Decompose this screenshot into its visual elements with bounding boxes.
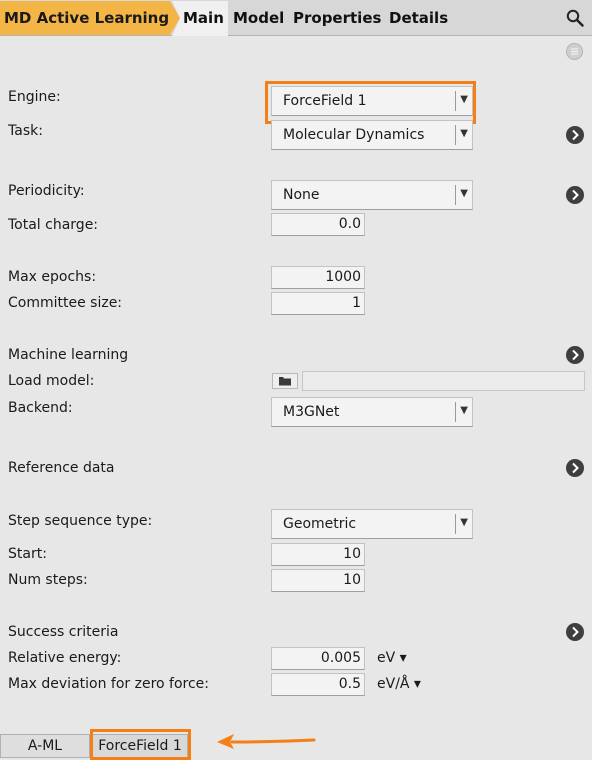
tab-model[interactable]: Model: [233, 9, 284, 27]
machine-learning-heading: Machine learning: [8, 347, 129, 363]
top-tab-bar: MD Active Learning Main Model Properties…: [0, 0, 592, 36]
dropdown-separator: [455, 514, 456, 534]
task-value: Molecular Dynamics: [283, 127, 425, 143]
browse-folder-button[interactable]: [272, 373, 298, 389]
task-dropdown[interactable]: Molecular Dynamics ▼: [271, 120, 473, 150]
reference-data-heading: Reference data: [8, 460, 115, 476]
tab-main[interactable]: Main: [183, 9, 224, 27]
success-criteria-chevron-icon[interactable]: [566, 623, 584, 641]
max-deviation-field[interactable]: 0.5: [271, 673, 365, 696]
periodicity-dropdown[interactable]: None ▼: [271, 180, 473, 210]
relative-energy-field[interactable]: 0.005: [271, 647, 365, 670]
engine-highlight-box: [265, 81, 476, 124]
num-steps-label: Num steps:: [8, 572, 88, 588]
dropdown-separator: [455, 185, 456, 205]
machine-learning-chevron-icon[interactable]: [566, 346, 584, 364]
forcefield-tab-highlight-box: [90, 729, 191, 760]
dropdown-arrow-icon: ▼: [460, 188, 468, 199]
backend-dropdown[interactable]: M3GNet ▼: [271, 397, 473, 427]
task-label: Task:: [8, 123, 43, 139]
tab-details[interactable]: Details: [389, 9, 448, 27]
bottom-tab-a-ml[interactable]: A-ML: [0, 734, 90, 758]
max-deviation-unit-selector[interactable]: eV/Å ▾: [377, 676, 421, 692]
dropdown-arrow-icon: ▼: [460, 128, 468, 139]
breadcrumb-label: MD Active Learning: [4, 9, 170, 27]
breadcrumb-md-active-learning[interactable]: MD Active Learning: [0, 1, 180, 35]
folder-icon: [279, 377, 291, 386]
load-model-label: Load model:: [8, 373, 95, 389]
step-sequence-type-dropdown[interactable]: Geometric ▼: [271, 509, 473, 539]
periodicity-label: Periodicity:: [8, 183, 85, 199]
committee-size-label: Committee size:: [8, 295, 123, 311]
step-sequence-type-value: Geometric: [283, 516, 357, 532]
menu-icon[interactable]: [566, 43, 583, 60]
backend-label: Backend:: [8, 400, 73, 416]
reference-data-chevron-icon[interactable]: [566, 459, 584, 477]
total-charge-label: Total charge:: [8, 217, 99, 233]
backend-value: M3GNet: [283, 404, 340, 420]
success-criteria-heading: Success criteria: [8, 624, 119, 640]
periodicity-details-chevron-icon[interactable]: [566, 186, 584, 204]
dropdown-arrow-icon: ▼: [460, 517, 468, 528]
max-deviation-label: Max deviation for zero force:: [8, 676, 210, 692]
relative-energy-label: Relative energy:: [8, 650, 122, 666]
task-details-chevron-icon[interactable]: [566, 126, 584, 144]
dropdown-arrow-icon: ▼: [460, 405, 468, 416]
relative-energy-unit-selector[interactable]: eV ▾: [377, 650, 407, 666]
dropdown-separator: [455, 125, 456, 145]
engine-label: Engine:: [8, 89, 61, 105]
tab-properties[interactable]: Properties: [293, 9, 381, 27]
start-label: Start:: [8, 546, 47, 562]
start-field[interactable]: 10: [271, 543, 365, 566]
max-epochs-field[interactable]: 1000: [271, 266, 365, 289]
periodicity-value: None: [283, 187, 320, 203]
search-icon[interactable]: [566, 9, 584, 27]
committee-size-field[interactable]: 1: [271, 292, 365, 315]
annotation-arrow-icon: [217, 734, 316, 749]
total-charge-field[interactable]: 0.0: [271, 213, 365, 236]
max-epochs-label: Max epochs:: [8, 269, 97, 285]
num-steps-field[interactable]: 10: [271, 569, 365, 592]
dropdown-separator: [455, 402, 456, 422]
load-model-path-input[interactable]: [302, 371, 585, 391]
step-sequence-type-label: Step sequence type:: [8, 513, 153, 529]
